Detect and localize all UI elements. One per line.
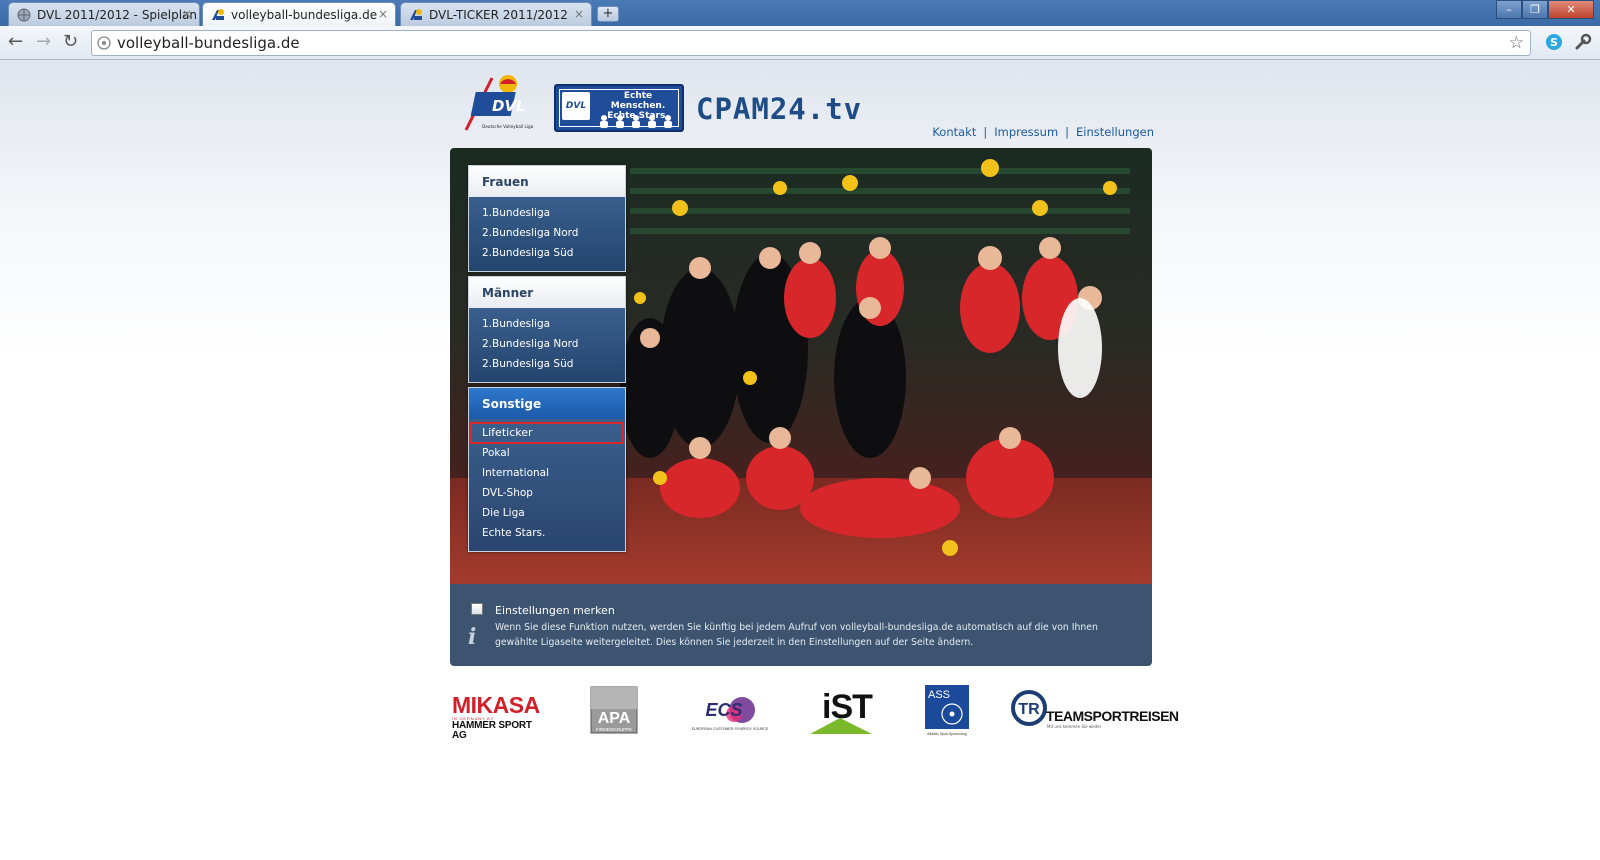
echte-stars-logo[interactable]: DVL Echte Menschen. Echte Stars. — [554, 84, 684, 132]
skype-extension-icon[interactable]: S — [1545, 33, 1563, 51]
kontakt-link[interactable]: Kontakt — [932, 125, 976, 139]
reload-button[interactable]: ↻ — [63, 33, 78, 51]
link-separator: | — [1065, 125, 1070, 139]
mikasa-sub: HAMMER SPORT AG — [452, 720, 532, 741]
dvl-favicon-icon — [410, 9, 422, 20]
close-tab-icon[interactable]: × — [378, 7, 388, 21]
menu-item-maenner-1bl[interactable]: 1.Bundesliga — [482, 314, 625, 334]
menu-maenner-title[interactable]: Männer — [469, 277, 625, 308]
globe-icon — [17, 8, 31, 22]
browser-tab-bar: DVL 2011/2012 - Spielplan × volleyball-b… — [0, 0, 1600, 27]
menu-sonstige: Sonstige Lifeticker Pokal International … — [468, 387, 626, 552]
dvl-favicon-icon — [212, 9, 224, 20]
sponsor-teamsportreisen[interactable]: TR TEAMSPORTREISEN Mit uns kommen Sie we… — [1011, 690, 1179, 730]
sponsor-apa[interactable]: APA FIRMENGRUPPE — [590, 686, 638, 734]
ecs-sub: EUROPEAN CUSTOMER SYNERGY SOURCE — [692, 727, 769, 731]
menu-item-frauen-2bl-sued[interactable]: 2.Bundesliga Süd — [482, 243, 625, 263]
remember-settings-description: Wenn Sie diese Funktion nutzen, werden S… — [495, 622, 1098, 648]
link-separator: | — [983, 125, 988, 139]
sponsor-ass[interactable]: ASS Athletic Sport Sponsoring — [924, 684, 970, 736]
tab-spielplan[interactable]: DVL 2011/2012 - Spielplan × — [8, 2, 200, 26]
svg-text:S: S — [1550, 36, 1558, 49]
menu-item-pokal[interactable]: Pokal — [482, 443, 625, 463]
menu-item-echte-stars[interactable]: Echte Stars. — [482, 523, 625, 543]
impressum-link[interactable]: Impressum — [994, 125, 1058, 139]
remember-settings-label[interactable]: Einstellungen merken — [495, 604, 615, 617]
tr-mark-text: TR — [1018, 701, 1040, 718]
tab-title: DVL 2011/2012 - Spielplan — [37, 8, 198, 22]
menu-item-frauen-1bl[interactable]: 1.Bundesliga — [482, 203, 625, 223]
menu-item-frauen-2bl-nord[interactable]: 2.Bundesliga Nord — [482, 223, 625, 243]
dvl-logo[interactable]: DVL Deutsche Volleyball Liga — [462, 72, 534, 136]
einstellungen-link[interactable]: Einstellungen — [1076, 125, 1154, 139]
tsr-name: TEAMSPORTREISEN — [1046, 708, 1179, 724]
browser-toolbar: ← → ↻ volleyball-bundesliga.de ☆ S — [0, 26, 1600, 60]
people-silhouettes-icon — [600, 115, 672, 128]
mikasa-name: MIKASA — [452, 692, 540, 718]
settings-info-panel: i Einstellungen merken Wenn Sie diese Fu… — [450, 584, 1152, 666]
cpam24-logo[interactable]: CPAM24.tv — [696, 92, 862, 126]
wrench-icon[interactable] — [1574, 33, 1592, 51]
close-tab-icon[interactable]: × — [574, 7, 584, 21]
dvl-logo-sub: Deutsche Volleyball Liga — [482, 124, 534, 129]
dvl-logo-text: DVL — [492, 97, 526, 115]
address-bar[interactable]: volleyball-bundesliga.de ☆ — [91, 30, 1531, 56]
minimize-button[interactable]: – — [1496, 0, 1522, 19]
sponsor-ist[interactable]: iST — [810, 688, 873, 734]
tab-title: volleyball-bundesliga.de — [231, 8, 378, 22]
ist-name: iST — [822, 688, 873, 726]
ass-name: ASS — [928, 689, 950, 701]
back-button[interactable]: ← — [8, 33, 23, 51]
tab-title: DVL-TICKER 2011/2012 — [429, 8, 568, 22]
close-window-button[interactable]: ✕ — [1548, 0, 1594, 19]
header-links: Kontakt | Impressum | Einstellungen — [932, 125, 1154, 139]
page-icon — [97, 36, 111, 50]
menu-frauen-title[interactable]: Frauen — [469, 166, 625, 197]
tab-bundesliga[interactable]: volleyball-bundesliga.de × — [202, 2, 396, 27]
forward-button[interactable]: → — [36, 33, 51, 51]
sponsor-ecs[interactable]: ECS EUROPEAN CUSTOMER SYNERGY SOURCE — [686, 690, 774, 736]
tab-ticker[interactable]: DVL-TICKER 2011/2012 × — [400, 2, 592, 26]
bookmark-star-icon[interactable]: ☆ — [1509, 33, 1524, 53]
menu-frauen: Frauen 1.Bundesliga 2.Bundesliga Nord 2.… — [468, 165, 626, 272]
new-tab-button[interactable]: + — [597, 6, 619, 22]
menu-item-maenner-2bl-nord[interactable]: 2.Bundesliga Nord — [482, 334, 625, 354]
menu-item-maenner-2bl-sued[interactable]: 2.Bundesliga Süd — [482, 354, 625, 374]
menu-item-die-liga[interactable]: Die Liga — [482, 503, 625, 523]
maximize-button[interactable]: ❐ — [1522, 0, 1548, 19]
ecs-name: ECS — [705, 700, 742, 720]
menu-item-lifeticker[interactable]: Lifeticker — [470, 422, 624, 444]
url-text[interactable]: volleyball-bundesliga.de — [117, 34, 300, 52]
remember-settings-checkbox[interactable] — [471, 603, 483, 615]
menu-sonstige-title[interactable]: Sonstige — [469, 388, 625, 419]
apa-sub: FIRMENGRUPPE — [596, 727, 632, 732]
ass-sub: Athletic Sport Sponsoring — [927, 732, 967, 736]
window-controls: – ❐ ✕ — [1496, 0, 1594, 20]
mini-dvl-logo: DVL — [562, 92, 590, 120]
menu-item-international[interactable]: International — [482, 463, 625, 483]
menu-item-dvl-shop[interactable]: DVL-Shop — [482, 483, 625, 503]
apa-name: APA — [598, 710, 631, 727]
tsr-sub: Mit uns kommen Sie weiter — [1047, 724, 1102, 729]
info-icon: i — [468, 624, 477, 650]
tr-logo-mark: TR — [1011, 690, 1047, 726]
close-tab-icon[interactable]: × — [182, 7, 192, 21]
sponsor-mikasa[interactable]: MIKASA IN GERMANY BY HAMMER SPORT AG — [452, 694, 542, 741]
menu-maenner: Männer 1.Bundesliga 2.Bundesliga Nord 2.… — [468, 276, 626, 383]
